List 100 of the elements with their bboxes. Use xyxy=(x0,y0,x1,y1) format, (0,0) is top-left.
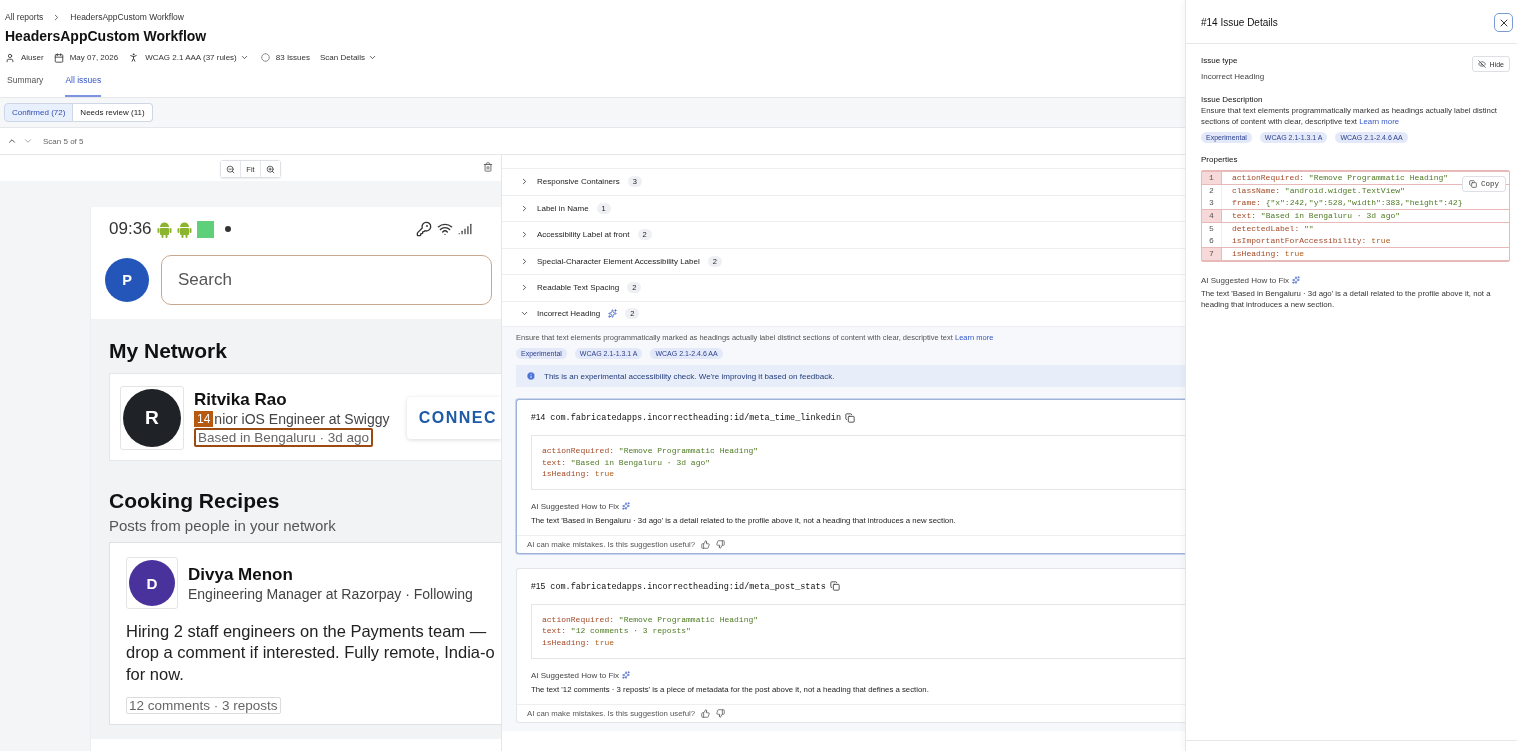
code-line: actionRequired: "Remove Programmatic Heading" xyxy=(542,445,760,457)
copy-icon xyxy=(829,581,840,592)
zoom-out-icon xyxy=(226,164,236,174)
wifi-icon xyxy=(437,221,453,237)
search-field[interactable]: Search xyxy=(161,255,492,305)
issue-type: Incorrect Heading xyxy=(1201,72,1265,81)
thumbs-down-icon xyxy=(716,539,726,549)
code-line: text: "12 comments · 3 reposts" xyxy=(542,625,692,637)
post-stats: 12 comments · 3 reposts xyxy=(126,697,281,715)
breadcrumb-link[interactable]: HeadersAppCustom Workflow xyxy=(70,12,184,22)
person-avatar: R xyxy=(123,389,181,447)
person-headline: nior iOS Engineer at Swiggy xyxy=(214,410,390,427)
field-label: Issue Description xyxy=(1201,95,1264,104)
code-line: className: "android.widget.TextView" xyxy=(1232,184,1405,197)
trash-icon xyxy=(483,162,493,172)
person-name: Ritvika Rao xyxy=(194,389,288,410)
code-line: actionRequired: "Remove Programmatic Heading" xyxy=(542,613,760,626)
code-line: actionRequired: "Remove Programmatic Heading" xyxy=(1232,171,1449,184)
issues-count: 83 Issues xyxy=(275,53,310,62)
issue-id: #15 com.fabricatedapps.incorrectheading:id/meta_post_stats xyxy=(531,580,826,592)
chevron-right-icon xyxy=(520,203,529,213)
filter-toggle[interactable]: Needs review (11) xyxy=(73,103,153,122)
line-number: 4 xyxy=(1202,209,1222,222)
chevron-right-icon xyxy=(520,177,529,187)
person-name: Divya Menon xyxy=(188,564,294,585)
copy-icon xyxy=(845,412,856,423)
code-line: text: "Based in Bengaluru · 3d ago" xyxy=(1232,209,1401,222)
code-line: frame: {"x":242,"y":528,"width":383,"height":42} xyxy=(1232,196,1463,209)
zoom-in-icon xyxy=(265,164,275,174)
signal-icon xyxy=(458,222,472,236)
sparkle-icon xyxy=(622,502,631,511)
tab[interactable]: Summary xyxy=(7,75,44,97)
android-icon xyxy=(156,220,172,238)
scan-date: May 07, 2026 xyxy=(69,53,119,62)
code-line: isImportantForAccessibility: true xyxy=(1232,234,1391,247)
scan-counter: Scan 5 of 5 xyxy=(43,136,84,146)
scan-details-dropdown[interactable]: Scan Details xyxy=(320,53,377,62)
connect-button[interactable]: CONNEC xyxy=(406,397,501,439)
code-line: isHeading: true xyxy=(1232,247,1305,260)
zoom-out-button[interactable] xyxy=(221,161,242,177)
chevron-down-icon xyxy=(367,53,377,62)
person-meta: Based in Bengaluru · 3d ago xyxy=(194,427,374,447)
issue-card[interactable] xyxy=(516,399,1185,554)
chevron-right-icon xyxy=(520,230,529,240)
close-button[interactable] xyxy=(1494,13,1513,32)
code-line: isHeading: true xyxy=(542,636,616,649)
thumbs-up-button[interactable] xyxy=(701,708,711,718)
drawer-title: #14 Issue Details xyxy=(1201,17,1278,28)
breadcrumb-link[interactable]: All reports xyxy=(5,12,44,22)
fix-label: AI Suggested How to Fix xyxy=(531,670,620,680)
line-number: 7 xyxy=(1202,247,1222,260)
eye-off-icon xyxy=(1477,60,1486,68)
code-line: detectedLabel: "" xyxy=(1232,222,1314,235)
thumbs-down-button[interactable] xyxy=(716,708,726,718)
thumbs-down-icon xyxy=(716,708,726,718)
code-line: isHeading: true xyxy=(542,468,616,480)
section-heading: Cooking Recipes xyxy=(109,489,281,513)
sparkle-icon xyxy=(622,671,631,680)
chevron-down-icon xyxy=(239,53,249,62)
filter-toggle[interactable]: Confirmed (72) xyxy=(4,103,74,122)
field-label: Properties xyxy=(1201,154,1239,164)
code-line: text: "Based in Bengaluru · 3d ago" xyxy=(542,456,712,469)
user-icon xyxy=(5,52,15,63)
chevron-right-icon xyxy=(520,256,529,266)
chevron-up-icon xyxy=(7,136,17,146)
notice-text: This is an experimental accessibility check. We're improving it based on feedback. xyxy=(544,371,835,381)
issue-id: #14 com.fabricatedapps.incorrectheading:id/meta_time_linkedin xyxy=(531,412,842,423)
issue-number-badge: 14 xyxy=(194,410,214,427)
person-avatar: D xyxy=(129,560,175,606)
android-icon xyxy=(176,220,192,238)
chevron-down-icon xyxy=(23,136,33,146)
person-headline: Engineering Manager at Razorpay · Following xyxy=(188,585,473,602)
standard-dropdown[interactable]: WCAG 2.1 AAA (37 rules) xyxy=(145,53,249,62)
key-icon xyxy=(416,221,432,237)
section-heading: My Network xyxy=(109,339,228,363)
fix-label: AI Suggested How to Fix xyxy=(1201,275,1290,285)
field-label: Issue type xyxy=(1201,56,1239,65)
section-subtitle: Posts from people in your network xyxy=(109,517,337,534)
chevron-right-icon xyxy=(520,283,529,293)
delete-button[interactable] xyxy=(483,162,493,172)
sparkle-icon xyxy=(1292,276,1301,285)
page-title: HeadersAppCustom Workflow xyxy=(5,28,208,44)
fix-label: AI Suggested How to Fix xyxy=(531,501,620,511)
notification-dot-icon xyxy=(224,226,231,232)
thumbs-up-button[interactable] xyxy=(701,539,711,549)
line-number: 1 xyxy=(1202,171,1222,184)
thumbs-down-button[interactable] xyxy=(716,539,726,549)
post-text: Hiring 2 staff engineers on the Payments team — drop a comment if interested. Fully remote, India-o for now. xyxy=(126,621,496,685)
thumbs-up-icon xyxy=(701,708,711,718)
issues-icon xyxy=(260,53,270,62)
thumbs-up-icon xyxy=(701,539,711,549)
profile-avatar: P xyxy=(105,258,149,302)
status-time: 09:36 xyxy=(109,219,152,239)
accessibility-icon xyxy=(128,52,140,63)
previous-scan-button[interactable] xyxy=(7,136,17,146)
copy-button[interactable] xyxy=(845,412,856,423)
info-icon xyxy=(526,371,536,381)
copy-icon xyxy=(1469,179,1477,188)
calendar-icon xyxy=(53,52,64,63)
copy-button[interactable] xyxy=(829,581,840,592)
